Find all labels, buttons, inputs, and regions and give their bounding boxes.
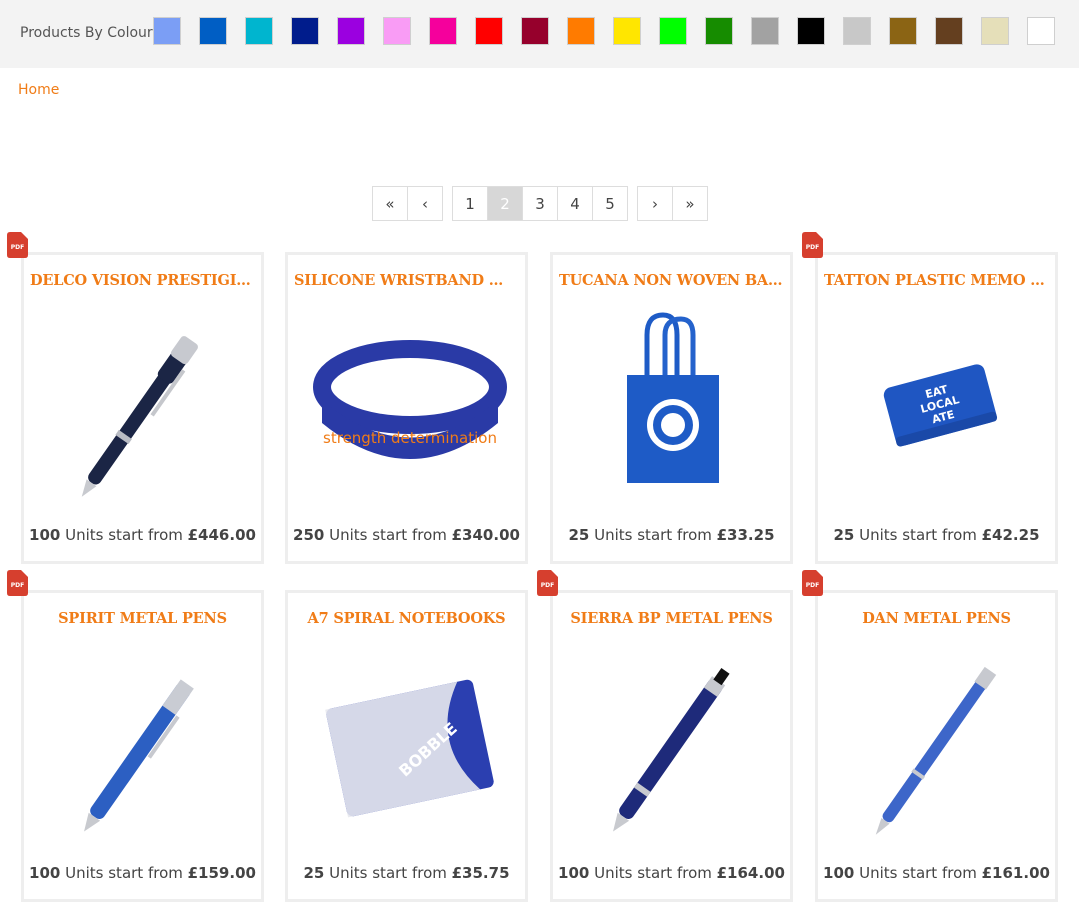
- page-4-button[interactable]: 4: [557, 186, 593, 221]
- colour-swatch[interactable]: [153, 17, 181, 45]
- colour-swatch[interactable]: [705, 17, 733, 45]
- colour-filter-label: Products By Colour:: [20, 25, 158, 41]
- page-2-button-current[interactable]: 2: [487, 186, 523, 221]
- next-page-button[interactable]: ›: [637, 186, 673, 221]
- product-title[interactable]: TATTON PLASTIC MEMO HO...: [824, 272, 1049, 289]
- wristband-text: strength determination: [323, 429, 497, 447]
- pdf-download-icon[interactable]: PDF: [802, 232, 823, 258]
- colour-swatch[interactable]: [659, 17, 687, 45]
- colour-swatch[interactable]: [291, 17, 319, 45]
- product-price: 100 Units start from £164.00: [558, 864, 785, 882]
- breadcrumb-home-link[interactable]: Home: [18, 82, 59, 98]
- product-image[interactable]: [36, 643, 249, 843]
- product-title[interactable]: A7 SPIRAL NOTEBOOKS: [294, 610, 519, 627]
- colour-filter-bar: Products By Colour:: [0, 0, 1079, 68]
- colour-swatch[interactable]: [429, 17, 457, 45]
- colour-swatch[interactable]: [613, 17, 641, 45]
- pdf-download-icon[interactable]: PDF: [7, 232, 28, 258]
- product-image[interactable]: [565, 305, 778, 505]
- product-image[interactable]: [830, 643, 1043, 843]
- product-price: 250 Units start from £340.00: [293, 526, 520, 544]
- colour-swatch[interactable]: [981, 17, 1009, 45]
- product-card[interactable]: TATTON PLASTIC MEMO HO... EAT LOCAL ATE …: [815, 252, 1058, 564]
- svg-text:PDF: PDF: [11, 582, 24, 589]
- product-image[interactable]: strength determination: [300, 305, 513, 505]
- product-price: 25 Units start from £33.25: [568, 526, 775, 544]
- page-5-button[interactable]: 5: [592, 186, 628, 221]
- colour-swatch[interactable]: [843, 17, 871, 45]
- colour-swatch[interactable]: [751, 17, 779, 45]
- svg-text:PDF: PDF: [806, 244, 819, 251]
- product-title[interactable]: DAN METAL PENS: [824, 610, 1049, 627]
- product-price: 100 Units start from £161.00: [823, 864, 1050, 882]
- colour-swatch[interactable]: [245, 17, 273, 45]
- product-card[interactable]: SPIRIT METAL PENS 100 Units start from £…: [21, 590, 264, 902]
- colour-swatch[interactable]: [797, 17, 825, 45]
- colour-swatch[interactable]: [475, 17, 503, 45]
- product-image[interactable]: [565, 643, 778, 843]
- prev-page-button[interactable]: ‹: [407, 186, 443, 221]
- pdf-download-icon[interactable]: PDF: [537, 570, 558, 596]
- product-card[interactable]: SIERRA BP METAL PENS 100 Units start fro…: [550, 590, 793, 902]
- pdf-download-icon[interactable]: PDF: [802, 570, 823, 596]
- product-price: 25 Units start from £42.25: [833, 526, 1040, 544]
- colour-swatch[interactable]: [1027, 17, 1055, 45]
- product-card[interactable]: SILICONE WRISTBAND WITH ... strength det…: [285, 252, 528, 564]
- colour-swatch[interactable]: [567, 17, 595, 45]
- product-title[interactable]: DELCO VISION PRESTIGIOUS ...: [30, 272, 255, 289]
- pdf-download-icon[interactable]: PDF: [7, 570, 28, 596]
- colour-swatch[interactable]: [889, 17, 917, 45]
- product-title[interactable]: SPIRIT METAL PENS: [30, 610, 255, 627]
- svg-text:PDF: PDF: [541, 582, 554, 589]
- product-card[interactable]: A7 SPIRAL NOTEBOOKS BOBBLE 25 Units star…: [285, 590, 528, 902]
- colour-swatch[interactable]: [521, 17, 549, 45]
- first-page-button[interactable]: «: [372, 186, 408, 221]
- page-1-button[interactable]: 1: [452, 186, 488, 221]
- product-title[interactable]: SILICONE WRISTBAND WITH ...: [294, 272, 519, 289]
- product-price: 100 Units start from £159.00: [29, 864, 256, 882]
- product-title[interactable]: SIERRA BP METAL PENS: [559, 610, 784, 627]
- colour-swatch[interactable]: [199, 17, 227, 45]
- product-price: 100 Units start from £446.00: [29, 526, 256, 544]
- svg-text:PDF: PDF: [11, 244, 24, 251]
- last-page-button[interactable]: »: [672, 186, 708, 221]
- product-card[interactable]: DELCO VISION PRESTIGIOUS ... 100 Units s…: [21, 252, 264, 564]
- product-price: 25 Units start from £35.75: [303, 864, 510, 882]
- product-card[interactable]: DAN METAL PENS 100 Units start from £161…: [815, 590, 1058, 902]
- product-image[interactable]: [36, 305, 249, 505]
- colour-swatch[interactable]: [935, 17, 963, 45]
- product-image[interactable]: EAT LOCAL ATE: [830, 305, 1043, 505]
- page-3-button[interactable]: 3: [522, 186, 558, 221]
- colour-swatch[interactable]: [383, 17, 411, 45]
- colour-swatch[interactable]: [337, 17, 365, 45]
- product-image[interactable]: BOBBLE: [300, 643, 513, 843]
- product-title[interactable]: TUCANA NON WOVEN BAGS: [559, 272, 784, 289]
- svg-text:PDF: PDF: [806, 582, 819, 589]
- product-card[interactable]: TUCANA NON WOVEN BAGS 25 Units start fro…: [550, 252, 793, 564]
